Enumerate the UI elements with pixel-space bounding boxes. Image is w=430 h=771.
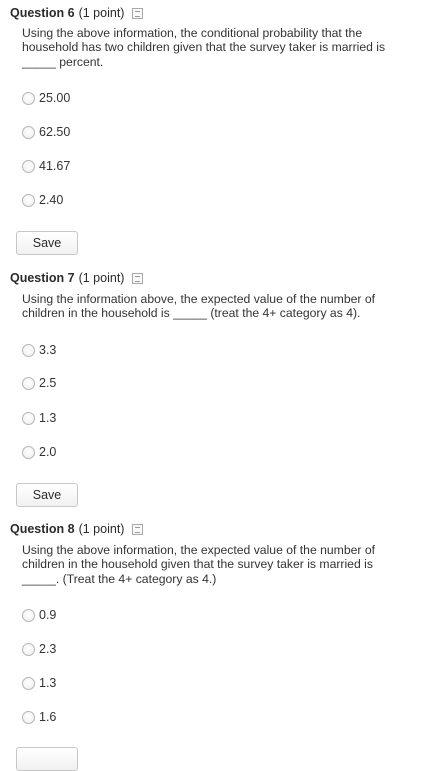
answer-option[interactable]: 62.50 xyxy=(22,122,70,142)
radio-button[interactable] xyxy=(22,676,35,690)
answer-option[interactable]: 2.0 xyxy=(22,442,56,462)
answer-label: 41.67 xyxy=(39,159,71,173)
save-button[interactable] xyxy=(16,747,78,771)
answer-option[interactable]: 25.00 xyxy=(22,88,70,108)
radio-button[interactable] xyxy=(22,159,35,173)
question-number: Question 6 xyxy=(10,6,75,20)
question-points: (1 point) xyxy=(78,271,125,285)
answer-option[interactable]: 3.3 xyxy=(22,340,56,360)
answer-label: 1.3 xyxy=(39,411,57,425)
answer-label: 0.9 xyxy=(39,608,57,622)
answer-option[interactable]: 41.67 xyxy=(22,156,70,176)
answer-option[interactable]: 1.6 xyxy=(22,707,56,727)
radio-button[interactable] xyxy=(22,445,35,459)
answer-label: 2.0 xyxy=(39,445,57,459)
radio-button[interactable] xyxy=(22,343,35,357)
question-points: (1 point) xyxy=(78,6,125,20)
answer-label: 25.00 xyxy=(39,91,71,105)
answer-option[interactable]: 1.3 xyxy=(22,673,56,693)
flag-icon[interactable] xyxy=(132,7,144,19)
answer-label: 1.6 xyxy=(39,710,57,724)
save-button[interactable]: Save xyxy=(16,483,78,507)
flag-icon[interactable] xyxy=(132,523,144,535)
answer-option[interactable]: 2.5 xyxy=(22,373,56,393)
answer-label: 1.3 xyxy=(39,676,57,690)
flag-icon[interactable] xyxy=(132,272,144,284)
answer-option[interactable]: 2.40 xyxy=(22,190,63,210)
radio-button[interactable] xyxy=(22,411,35,425)
radio-button[interactable] xyxy=(22,91,35,105)
radio-button[interactable] xyxy=(22,642,35,656)
answer-label: 2.5 xyxy=(39,376,57,390)
question-text: Using the above information, the conditi… xyxy=(22,26,386,69)
question-points: (1 point) xyxy=(78,522,125,536)
save-button[interactable]: Save xyxy=(16,231,78,255)
question-header: Question 7 (1 point) xyxy=(10,269,144,287)
answer-option[interactable]: 0.9 xyxy=(22,605,56,625)
question-text: Using the above information, the expecte… xyxy=(22,543,375,586)
radio-button[interactable] xyxy=(22,710,35,724)
answer-option[interactable]: 2.3 xyxy=(22,639,56,659)
answer-label: 2.40 xyxy=(39,193,64,207)
radio-button[interactable] xyxy=(22,608,35,622)
radio-button[interactable] xyxy=(22,376,35,390)
question-header: Question 8 (1 point) xyxy=(10,520,144,538)
answer-label: 62.50 xyxy=(39,125,71,139)
answer-label: 2.3 xyxy=(39,642,57,656)
question-number: Question 7 xyxy=(10,271,75,285)
question-text: Using the information above, the expecte… xyxy=(22,292,375,321)
answer-option[interactable]: 1.3 xyxy=(22,408,56,428)
radio-button[interactable] xyxy=(22,193,35,207)
question-number: Question 8 xyxy=(10,522,75,536)
radio-button[interactable] xyxy=(22,125,35,139)
question-header: Question 6 (1 point) xyxy=(10,4,144,22)
answer-label: 3.3 xyxy=(39,343,57,357)
